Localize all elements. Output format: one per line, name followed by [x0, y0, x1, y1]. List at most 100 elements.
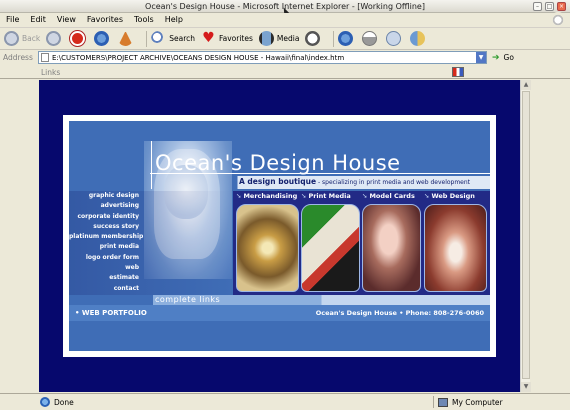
messenger-button[interactable] — [410, 31, 428, 46]
links-label[interactable]: Links — [41, 68, 60, 77]
web-portfolio-link[interactable]: • WEB PORTFOLIO — [75, 306, 147, 320]
page-viewport: Ocean's Design House A design boutique -… — [39, 80, 520, 392]
address-value: E:\CUSTOMERS\PROJECT ARCHIVE\OCEANS DESI… — [52, 53, 345, 62]
security-zone: My Computer — [433, 396, 503, 408]
site-frame: Ocean's Design House A design boutique -… — [63, 115, 496, 357]
arrow-icon: ➘ — [424, 192, 430, 200]
go-label: Go — [503, 53, 514, 62]
address-input[interactable]: E:\CUSTOMERS\PROJECT ARCHIVE\OCEANS DESI… — [38, 51, 487, 64]
category-label: Web Design — [431, 192, 475, 200]
edit-button[interactable] — [386, 31, 404, 46]
web-design-image[interactable] — [424, 204, 487, 292]
category-label: Merchandising — [243, 192, 298, 200]
minimize-button[interactable]: – — [533, 2, 542, 11]
home-icon — [118, 31, 134, 46]
nav-logo-order-form[interactable]: logo order form — [69, 253, 142, 263]
nav-platinum-membership[interactable]: platinum membership — [69, 232, 143, 242]
site-footer — [69, 321, 490, 351]
favorites-label: Favorites — [219, 34, 253, 43]
nav-success-story[interactable]: success story — [69, 222, 142, 232]
arrow-icon: ➘ — [362, 192, 368, 200]
scrollbar-thumb[interactable] — [522, 91, 530, 379]
zone-label: My Computer — [452, 397, 503, 407]
history-button[interactable] — [305, 31, 323, 46]
arrow-icon: ➘ — [236, 192, 242, 200]
page-icon — [41, 53, 49, 62]
page-status-icon — [40, 397, 50, 407]
maximize-button[interactable]: □ — [545, 2, 554, 11]
complete-links-band — [69, 295, 490, 305]
window-controls: – □ × — [533, 2, 566, 11]
scroll-up-icon[interactable]: ▲ — [521, 80, 531, 90]
site-nav: graphic design advertising corporate ide… — [69, 191, 143, 294]
media-icon — [258, 31, 274, 46]
forward-arrow-icon — [46, 31, 62, 46]
go-arrow-icon: ➔ — [492, 52, 500, 63]
nav-corporate-identity[interactable]: corporate identity — [69, 212, 142, 222]
media-label: Media — [276, 34, 300, 43]
category-label: Model Cards — [369, 192, 415, 200]
toolbar-separator — [146, 30, 148, 47]
favorites-button[interactable]: ♥ Favorites — [201, 31, 253, 46]
address-bar: Address E:\CUSTOMERS\PROJECT ARCHIVE\OCE… — [0, 50, 570, 65]
stop-icon — [70, 31, 86, 46]
nav-print-media[interactable]: print media — [69, 242, 142, 252]
mail-icon — [338, 31, 354, 46]
stop-button[interactable] — [70, 31, 88, 46]
address-dropdown-icon[interactable]: ▼ — [476, 52, 486, 63]
my-computer-icon — [438, 397, 448, 407]
refresh-button[interactable] — [94, 31, 112, 46]
messenger-icon — [410, 31, 426, 46]
menu-help[interactable]: Help — [165, 15, 183, 24]
toolbar: Back Search ♥ Favorites Media — [0, 27, 570, 50]
status-text: Done — [54, 397, 74, 407]
menu-file[interactable]: File — [6, 15, 19, 24]
menu-bar: File Edit View Favorites Tools Help — [0, 13, 570, 26]
tagline-main: A design boutique — [239, 177, 317, 186]
nav-web[interactable]: web — [69, 263, 142, 273]
scroll-down-icon[interactable]: ▼ — [521, 382, 531, 392]
favorites-heart-icon: ♥ — [202, 30, 215, 46]
nav-advertising[interactable]: advertising — [69, 201, 142, 211]
close-button[interactable]: × — [557, 2, 566, 11]
nav-graphic-design[interactable]: graphic design — [69, 191, 142, 201]
site-title: Ocean's Design House — [155, 151, 401, 175]
menu-tools[interactable]: Tools — [134, 15, 154, 24]
ie-throbber-icon — [550, 12, 566, 28]
menu-view[interactable]: View — [57, 15, 76, 24]
tagline: A design boutique - specializing in prin… — [239, 177, 470, 186]
search-button[interactable]: Search — [151, 31, 195, 46]
nav-contact[interactable]: contact — [69, 284, 142, 294]
go-button[interactable]: ➔ Go — [492, 53, 514, 63]
search-label: Search — [169, 34, 195, 43]
media-button[interactable]: Media — [258, 31, 300, 46]
nav-estimate[interactable]: estimate — [69, 273, 142, 283]
mail-button[interactable] — [338, 31, 356, 46]
print-media-image[interactable] — [301, 204, 360, 292]
edit-icon — [386, 31, 402, 46]
arrow-icon: ➘ — [301, 192, 307, 200]
site-banner: Ocean's Design House A design boutique -… — [69, 121, 490, 351]
model-cards-image[interactable] — [362, 204, 421, 292]
links-bar: Links — [0, 66, 570, 79]
back-arrow-icon — [4, 31, 19, 46]
refresh-icon — [94, 31, 110, 46]
back-button[interactable]: Back — [4, 31, 40, 46]
toolbar-separator — [333, 30, 335, 47]
home-button[interactable] — [118, 31, 136, 46]
history-clock-icon — [305, 31, 321, 46]
complete-links-link[interactable]: complete links — [155, 295, 220, 305]
print-button[interactable] — [362, 31, 380, 46]
forward-button[interactable] — [46, 31, 64, 46]
search-icon — [151, 31, 167, 46]
vertical-scrollbar[interactable]: ▲ ▼ — [520, 80, 531, 392]
links-flag-icon[interactable] — [452, 67, 464, 77]
tagline-sub: - specializing in print media and web de… — [316, 179, 471, 186]
menu-favorites[interactable]: Favorites — [87, 15, 123, 24]
print-icon — [362, 31, 378, 46]
menu-edit[interactable]: Edit — [30, 15, 46, 24]
address-label: Address — [3, 53, 33, 62]
merchandising-image[interactable] — [236, 204, 299, 292]
contact-phone: Ocean's Design House • Phone: 808-276-00… — [315, 309, 484, 317]
category-label: Print Media — [308, 192, 351, 200]
